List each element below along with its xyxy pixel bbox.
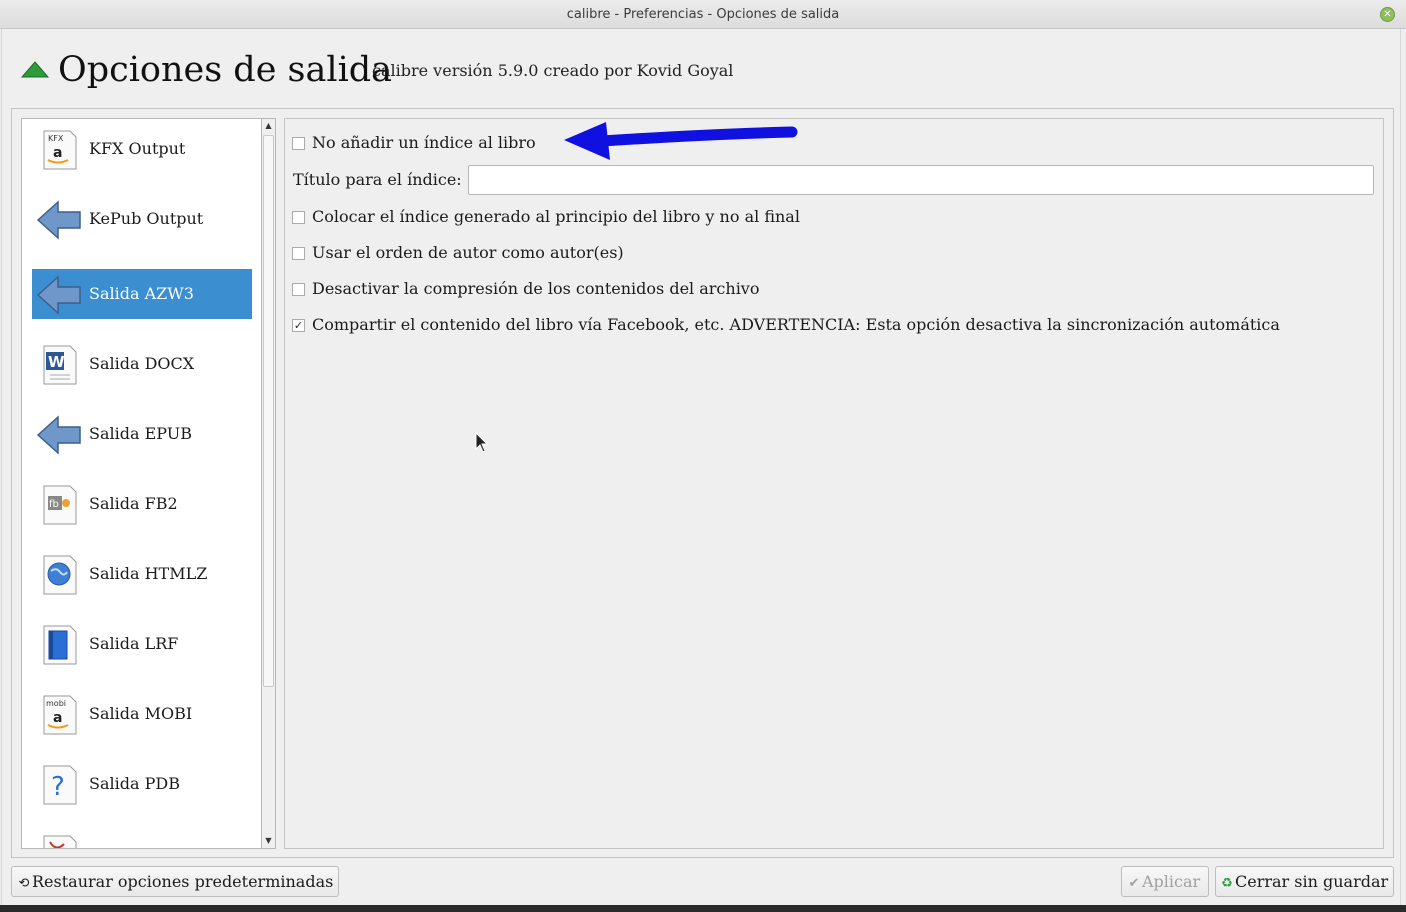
- word-document-icon: W: [43, 345, 77, 385]
- share-facebook-label: Compartir el contenido del libro vía Fac…: [312, 315, 1280, 334]
- share-facebook-checkbox[interactable]: ✓: [292, 319, 305, 332]
- toc-title-label: Título para el índice:: [293, 170, 462, 189]
- sidebar-item-label: Salida FB2: [89, 494, 178, 513]
- restore-icon: ⟲: [18, 876, 30, 891]
- svg-text:a: a: [53, 710, 62, 726]
- sidebar-item-azw3-output[interactable]: Salida AZW3: [32, 269, 252, 319]
- sidebar-item-htmlz-output[interactable]: Salida HTMLZ: [32, 549, 252, 599]
- question-document-icon: ?: [43, 765, 77, 805]
- apply-label: Aplicar: [1142, 872, 1201, 891]
- sidebar-item-lrf-output[interactable]: Salida LRF: [32, 619, 252, 669]
- sidebar-item-label: Salida HTMLZ: [89, 564, 208, 583]
- window-titlebar: calibre - Preferencias - Opciones de sal…: [0, 0, 1406, 29]
- recycle-icon: ♻: [1221, 876, 1233, 891]
- no-toc-label: No añadir un índice al libro: [312, 133, 536, 152]
- annotation-arrow-icon: [564, 122, 798, 160]
- kfx-amazon-icon: KFX a: [43, 130, 77, 170]
- restore-defaults-button[interactable]: ⟲ Restaurar opciones predeterminadas: [11, 866, 339, 897]
- author-sort-label: Usar el orden de autor como autor(es): [312, 243, 624, 262]
- close-without-saving-button[interactable]: ♻ Cerrar sin guardar: [1215, 866, 1394, 897]
- sidebar-item-label: Salida AZW3: [89, 284, 194, 303]
- toc-at-start-checkbox[interactable]: [292, 211, 305, 224]
- green-up-arrow-icon: [21, 61, 49, 78]
- lrf-book-icon: [43, 625, 77, 665]
- sidebar-item-label: Salida MOBI: [89, 704, 193, 723]
- window-title: calibre - Preferencias - Opciones de sal…: [566, 7, 840, 22]
- sidebar-item-label: Salida EPUB: [89, 424, 193, 443]
- toc-at-start-label: Colocar el índice generado al principio …: [312, 207, 800, 226]
- scroll-up-icon[interactable]: ▲: [262, 119, 275, 133]
- check-icon: ✔: [1128, 876, 1140, 891]
- apply-button[interactable]: ✔ Aplicar: [1121, 866, 1209, 897]
- options-panel: [284, 118, 1384, 849]
- close-window-icon[interactable]: ✕: [1380, 7, 1395, 22]
- globe-document-icon: [43, 555, 77, 595]
- no-compression-checkbox[interactable]: [292, 283, 305, 296]
- sidebar-item-label: Salida DOCX: [89, 354, 195, 373]
- svg-text:W: W: [48, 353, 65, 371]
- sidebar-scrollbar[interactable]: ▲ ▼: [262, 118, 276, 849]
- scroll-thumb[interactable]: [263, 135, 274, 687]
- sidebar-item-mobi-output[interactable]: mobi a Salida MOBI: [32, 689, 252, 739]
- blue-left-arrow-icon: [36, 200, 81, 240]
- sidebar-item-label: Salida PDB: [89, 774, 180, 793]
- blue-left-arrow-icon: [36, 275, 81, 315]
- sidebar-item-label: KFX Output: [89, 139, 186, 158]
- sidebar-item-kfx-output[interactable]: KFX a KFX Output: [32, 124, 252, 174]
- page-title: Opciones de salida: [58, 50, 393, 90]
- toc-title-input[interactable]: [468, 165, 1374, 195]
- sidebar-item-epub-output[interactable]: Salida EPUB: [32, 409, 252, 459]
- no-compression-label: Desactivar la compresión de los contenid…: [312, 279, 760, 298]
- svg-text:KFX: KFX: [48, 134, 64, 143]
- sidebar-item-label: Salida LRF: [89, 634, 179, 653]
- svg-text:?: ?: [51, 772, 65, 802]
- output-format-list[interactable]: KFX a KFX Output KePub Output Salida AZW…: [21, 118, 262, 849]
- scroll-down-icon[interactable]: ▼: [262, 834, 275, 848]
- sidebar-item-label: KePub Output: [89, 209, 204, 228]
- close-without-saving-label: Cerrar sin guardar: [1235, 872, 1389, 891]
- pdf-document-icon: [43, 835, 77, 848]
- taskbar-strip: [0, 905, 1406, 912]
- svg-text:mobi: mobi: [46, 699, 66, 708]
- mobi-amazon-icon: mobi a: [43, 695, 77, 735]
- version-info: calibre versión 5.9.0 creado por Kovid G…: [372, 61, 734, 80]
- svg-text:fb: fb: [49, 499, 59, 510]
- restore-defaults-label: Restaurar opciones predeterminadas: [32, 872, 334, 891]
- mouse-cursor-icon: [475, 432, 489, 453]
- sidebar-item-fb2-output[interactable]: fb Salida FB2: [32, 479, 252, 529]
- sidebar-item-partial[interactable]: [32, 829, 252, 848]
- no-toc-checkbox[interactable]: [292, 137, 305, 150]
- sidebar-item-pdb-output[interactable]: ? Salida PDB: [32, 759, 252, 809]
- blue-left-arrow-icon: [36, 415, 81, 455]
- svg-text:a: a: [53, 145, 62, 161]
- sidebar-item-kepub-output[interactable]: KePub Output: [32, 194, 252, 244]
- fb2-document-icon: fb: [43, 485, 77, 525]
- author-sort-checkbox[interactable]: [292, 247, 305, 260]
- sidebar-item-docx-output[interactable]: W Salida DOCX: [32, 339, 252, 389]
